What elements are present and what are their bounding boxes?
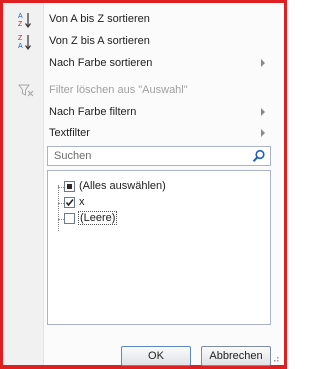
menu-item-sort-by-color[interactable]: Nach Farbe sortieren [3,53,281,75]
menu-item-sort-a-to-z[interactable]: A Z Von A bis Z sortieren [3,9,281,31]
menu-item-sort-z-to-a[interactable]: Z A Von Z bis A sortieren [3,31,281,53]
menu-item-label: Textfilter [49,127,90,139]
submenu-arrow-icon [261,108,265,116]
menu-item-label: Von Z bis A sortieren [49,35,150,47]
list-item-select-all[interactable]: (Alles auswählen) [48,179,258,195]
submenu-arrow-icon [261,129,265,137]
svg-text:A: A [18,13,23,20]
list-item-label: (Alles auswählen) [79,180,166,192]
list-item-label: (Leere) [77,211,118,225]
svg-text:A: A [18,43,23,50]
menu-item-label: Filter löschen aus "Auswahl" [49,84,188,96]
autofilter-menu: A Z Von A bis Z sortieren Z A Von Z bis … [3,3,281,366]
menu-item-text-filter[interactable]: Textfilter [3,123,281,145]
filter-value-list[interactable]: (Alles auswählen) x (Leere) [47,170,271,325]
ok-button[interactable]: OK [121,346,191,366]
svg-text:Z: Z [18,21,23,28]
menu-item-label: Nach Farbe filtern [49,106,137,118]
search-placeholder: Suchen [54,150,92,162]
select-all-checkbox[interactable] [64,181,75,192]
menu-item-clear-filter: Filter löschen aus "Auswahl" [3,80,281,102]
menu-item-filter-by-color[interactable]: Nach Farbe filtern [3,102,281,124]
sort-a-to-z-icon: A Z [17,11,35,29]
search-icon[interactable] [252,149,266,163]
cancel-button[interactable]: Abbrechen [201,346,271,366]
list-item-empty[interactable]: (Leere) [48,211,258,227]
checkbox-x[interactable] [64,197,75,208]
resize-grip-icon[interactable] [271,353,279,362]
svg-text:Z: Z [18,35,23,42]
sort-z-to-a-icon: Z A [17,33,35,51]
submenu-arrow-icon [261,59,265,67]
clear-filter-icon [17,82,35,100]
menu-item-label: Von A bis Z sortieren [49,13,150,25]
search-input[interactable]: Suchen [47,146,271,166]
list-item-x[interactable]: x [48,195,258,211]
list-item-label: x [79,196,85,208]
checkbox-empty[interactable] [64,213,75,224]
menu-item-label: Nach Farbe sortieren [49,57,153,69]
